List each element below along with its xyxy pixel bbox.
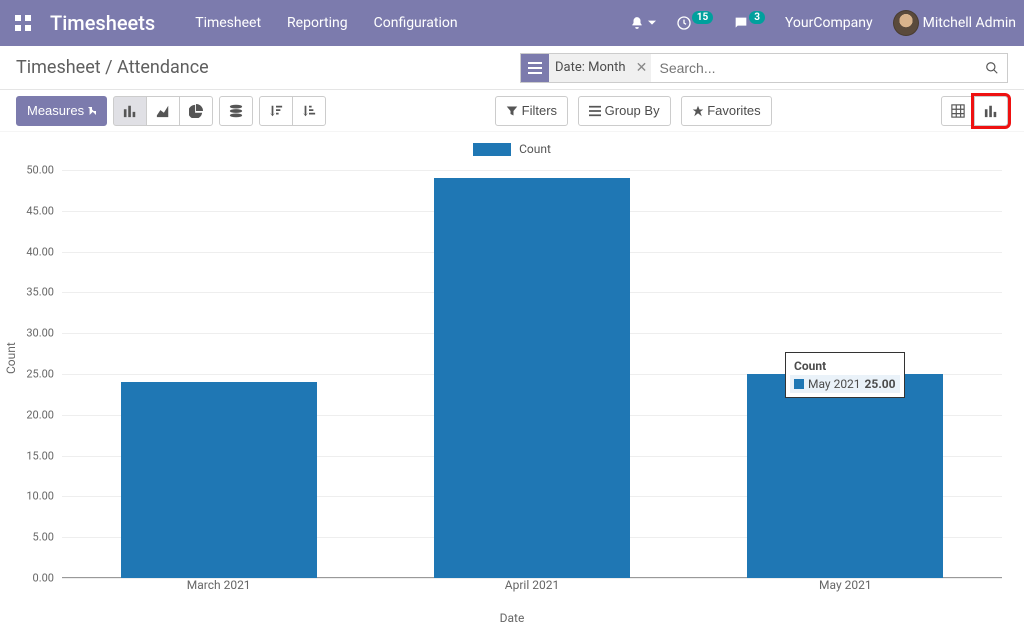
y-tick: 0.00 [33, 572, 54, 585]
systray: 15 3 YourCompany Mitchell Admin [630, 10, 1016, 36]
breadcrumb: Timesheet / Attendance [16, 57, 209, 78]
y-tick: 25.00 [26, 368, 54, 381]
chart-bar-button[interactable] [113, 96, 147, 126]
tooltip-title: Count [794, 359, 896, 373]
activities-icon[interactable]: 15 [676, 15, 713, 31]
favorites-button[interactable]: Favorites [681, 96, 772, 126]
y-tick: 40.00 [26, 245, 54, 258]
main-menu: Timesheet Reporting Configuration [195, 15, 457, 31]
measures-label: Measures [27, 103, 84, 118]
search-facet-remove[interactable]: ✕ [631, 54, 651, 82]
y-tick: 5.00 [33, 531, 54, 544]
search-view: Date: Month ✕ [520, 53, 1008, 83]
chart-tooltip: Count May 2021 25.00 [785, 352, 905, 398]
chart-stacked-button[interactable] [219, 96, 253, 126]
tooltip-value: 25.00 [865, 377, 896, 391]
search-facet-date: Date: Month ✕ [521, 54, 651, 82]
user-avatar [893, 10, 919, 36]
search-input[interactable] [651, 60, 977, 76]
chart-legend: Count [0, 132, 1024, 160]
chart-type-group [113, 96, 213, 126]
sort-group [259, 96, 326, 126]
tooltip-series: May 2021 [808, 377, 861, 391]
x-tick: May 2021 [819, 578, 872, 592]
measures-button[interactable]: Measures [16, 96, 107, 126]
y-tick: 30.00 [26, 327, 54, 340]
control-panel-bottom: Measures Filters Group By Favorites [0, 90, 1024, 132]
nav-configuration[interactable]: Configuration [374, 15, 458, 31]
view-switcher [941, 96, 1008, 126]
x-tick: March 2021 [187, 578, 251, 592]
y-tick: 50.00 [26, 164, 54, 177]
top-nav-bar: Timesheets Timesheet Reporting Configura… [0, 0, 1024, 46]
groupby-button[interactable]: Group By [578, 96, 671, 126]
search-options: Filters Group By Favorites [495, 96, 772, 126]
chart-pie-button[interactable] [179, 96, 213, 126]
y-tick: 20.00 [26, 408, 54, 421]
messaging-icon[interactable]: 3 [733, 15, 765, 31]
view-pivot-button[interactable] [941, 96, 975, 126]
legend-swatch [473, 143, 511, 156]
y-tick: 35.00 [26, 286, 54, 299]
sort-desc-button[interactable] [259, 96, 293, 126]
apps-menu-icon[interactable] [0, 0, 46, 46]
view-graph-button[interactable] [974, 96, 1008, 126]
user-menu[interactable]: Mitchell Admin [893, 10, 1016, 36]
filters-label: Filters [522, 103, 557, 118]
chart-bar[interactable] [747, 374, 943, 578]
tooltip-swatch [794, 379, 804, 389]
x-axis-ticks: March 2021 April 2021 May 2021 [62, 578, 1002, 598]
y-tick: 15.00 [26, 449, 54, 462]
sort-asc-button[interactable] [292, 96, 326, 126]
filters-button[interactable]: Filters [495, 96, 568, 126]
messaging-badge: 3 [749, 11, 765, 24]
chart-bar[interactable] [121, 382, 317, 578]
chart-line-button[interactable] [146, 96, 180, 126]
company-switcher[interactable]: YourCompany [785, 15, 873, 31]
activities-badge: 15 [692, 11, 713, 24]
favorites-label: Favorites [707, 103, 760, 118]
chart-bar[interactable] [434, 178, 630, 578]
legend-label: Count [519, 142, 551, 156]
groupby-facet-icon [521, 54, 549, 82]
y-tick: 10.00 [26, 490, 54, 503]
app-brand[interactable]: Timesheets [50, 11, 155, 35]
x-axis-label: Date [0, 611, 1024, 625]
control-panel-top: Timesheet / Attendance Date: Month ✕ [0, 46, 1024, 90]
groupby-label: Group By [605, 103, 660, 118]
y-tick: 45.00 [26, 204, 54, 217]
search-submit-icon[interactable] [977, 54, 1007, 82]
search-facet-label: Date: Month [549, 54, 631, 82]
nav-timesheet[interactable]: Timesheet [195, 15, 261, 31]
notifications-icon[interactable] [630, 16, 656, 30]
nav-reporting[interactable]: Reporting [287, 15, 348, 31]
y-axis-ticks: 0.005.0010.0015.0020.0025.0030.0035.0040… [0, 170, 60, 578]
graph-view: Count Count 0.00 5.00 10.00 15.00 20.00 25.00… [0, 132, 1024, 629]
user-name: Mitchell Admin [923, 15, 1016, 31]
x-tick: April 2021 [505, 578, 559, 592]
